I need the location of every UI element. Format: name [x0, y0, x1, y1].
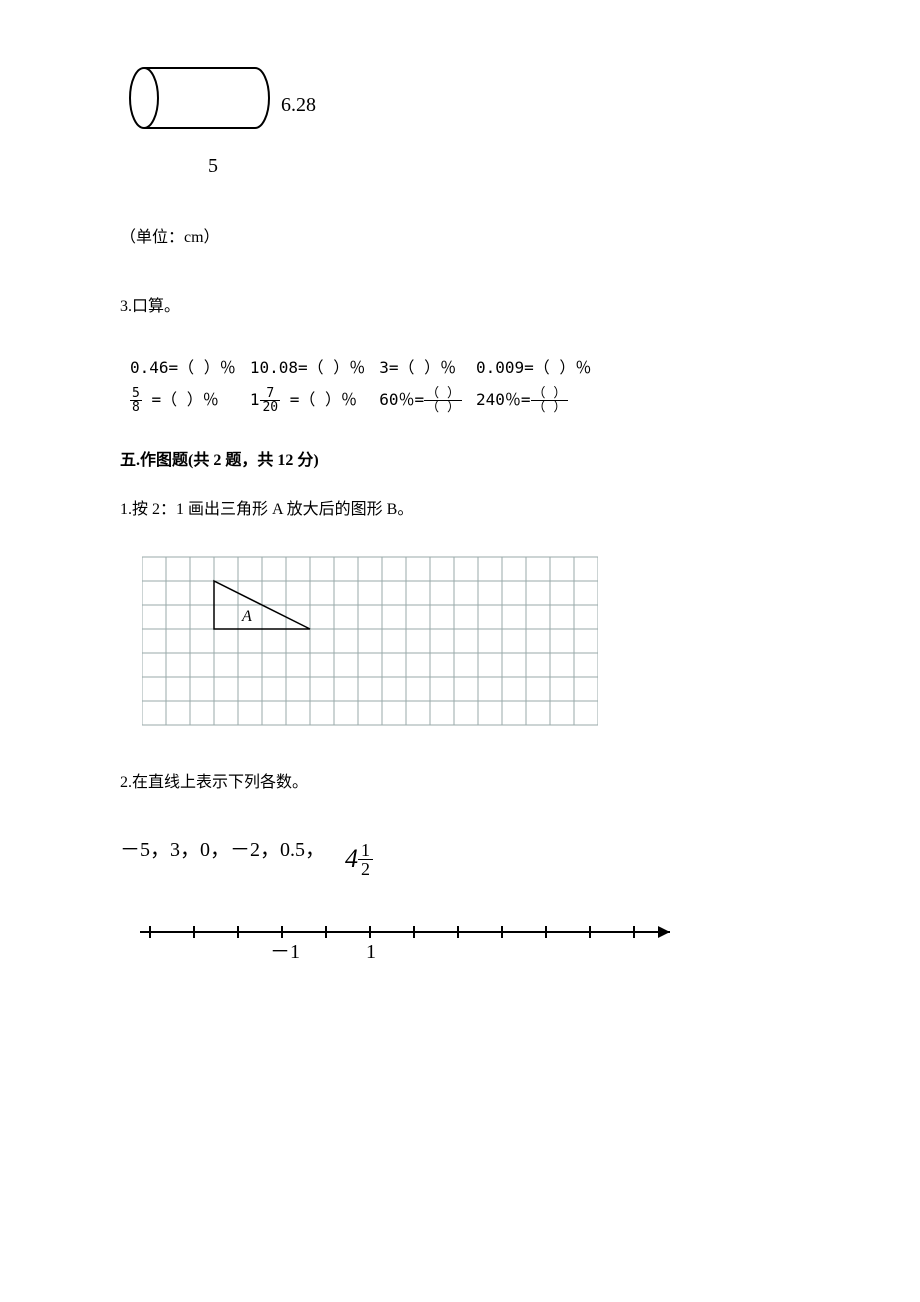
calc-cell: 60％= （ ） （ ）: [379, 384, 476, 417]
fraction-den: 20: [260, 401, 280, 414]
mixed-number: 4 1 2: [345, 836, 373, 883]
calc-cell: 0.46=（ ）％: [130, 352, 250, 385]
section5-header: 五.作图题(共 2 题，共 12 分): [120, 447, 800, 476]
calc-row-1: 0.46=（ ）％ 10.08=（ ）％ 3=（ ）％ 0.009=（ ）％: [130, 352, 605, 385]
q3-title: 3.口算。: [120, 293, 800, 322]
blank-den: （ ）: [531, 401, 569, 414]
number-list-text: －5，3，0，－2，0.5，: [120, 839, 325, 861]
mental-calc-table: 0.46=（ ）％ 10.08=（ ）％ 3=（ ）％ 0.009=（ ）％ 5…: [130, 352, 605, 418]
section5-q1: 1.按 2：1 画出三角形 A 放大后的图形 B。: [120, 496, 800, 525]
fraction-icon: 5 8: [130, 387, 142, 414]
blank-num: （ ）: [531, 387, 569, 401]
calc-cell: 5 8 =（ ）％: [130, 384, 250, 417]
cylinder-row: 6.28: [120, 60, 800, 150]
cylinder-height-label: 6.28: [281, 87, 316, 123]
blank-den: （ ）: [424, 401, 462, 414]
fraction-num: 5: [130, 387, 142, 401]
fraction-num: 7: [260, 387, 280, 401]
mixed-int: 4: [345, 844, 358, 873]
section5-q2: 2.在直线上表示下列各数。: [120, 769, 800, 798]
number-list: －5，3，0，－2，0.5， 4 1 2: [120, 832, 800, 883]
numberline-label-1: 1: [366, 941, 376, 963]
fraction-num: 1: [358, 841, 373, 860]
blank-num: （ ）: [424, 387, 462, 401]
calc-lhs: 60％=: [379, 390, 424, 409]
calc-lhs: 240％=: [476, 390, 531, 409]
calc-row-2: 5 8 =（ ）％ 1 7 20 =（ ）％ 60％= （ ） （ ） 240％…: [130, 384, 605, 417]
cylinder-width-label: 5: [148, 148, 278, 184]
fraction-den: 2: [358, 860, 373, 878]
cylinder-figure: 6.28 5: [120, 60, 800, 184]
mixed-int: 1: [250, 386, 260, 415]
calc-cell: 0.009=（ ）％: [476, 352, 605, 385]
blank-fraction-icon: （ ） （ ）: [531, 387, 569, 414]
fraction-den: 8: [130, 401, 142, 414]
cylinder-svg: [120, 60, 275, 150]
blank-fraction-icon: （ ） （ ）: [424, 387, 462, 414]
grid-figure: A: [142, 553, 598, 729]
fraction-icon: 7 20: [260, 387, 280, 414]
calc-suffix: =（ ）％: [280, 390, 357, 409]
calc-cell: 3=（ ）％: [379, 352, 476, 385]
numberline-label-neg1: －1: [270, 941, 300, 963]
cylinder-unit-note: （单位：cm）: [120, 224, 800, 253]
calc-cell: 1 7 20 =（ ）％: [250, 384, 379, 417]
calc-suffix: =（ ）％: [142, 390, 219, 409]
number-line: －1 1: [130, 912, 690, 972]
triangle-label: A: [241, 608, 252, 625]
calc-cell: 240％= （ ） （ ）: [476, 384, 605, 417]
fraction-icon: 1 2: [358, 841, 373, 878]
calc-cell: 10.08=（ ）％: [250, 352, 379, 385]
